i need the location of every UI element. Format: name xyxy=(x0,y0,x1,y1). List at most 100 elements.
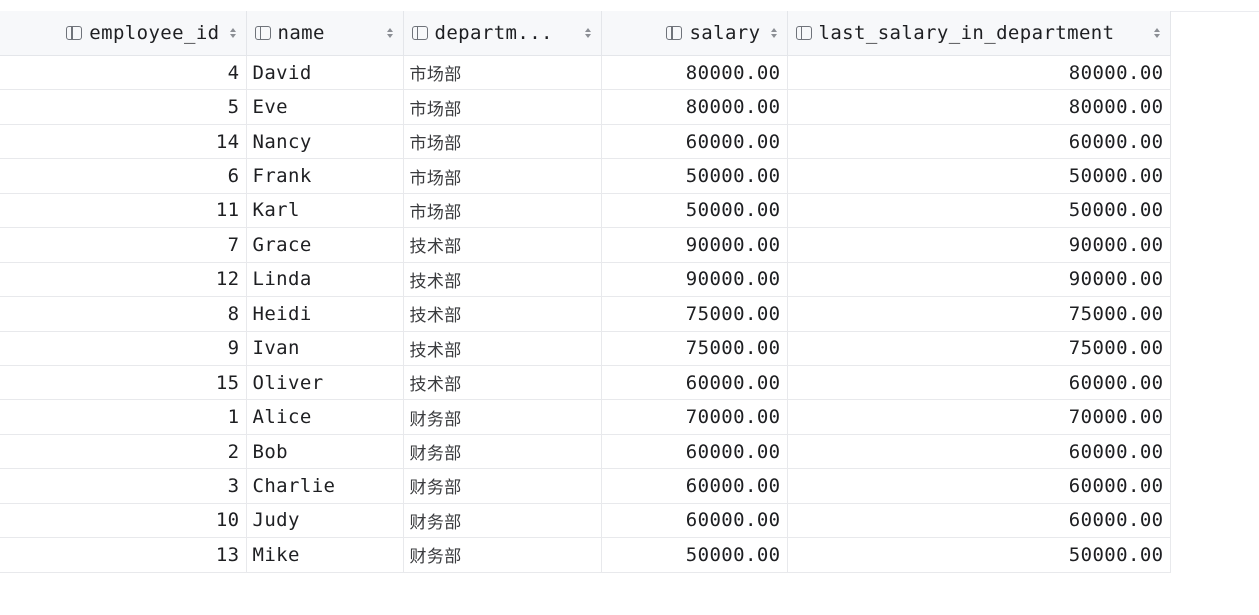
sort-icon[interactable] xyxy=(229,28,236,38)
cell-employee-id[interactable]: 1 xyxy=(0,399,247,435)
cell-last-salary-in-department[interactable]: 75000.00 xyxy=(787,296,1171,332)
table-row[interactable]: 4 David 市场部 80000.00 80000.00 xyxy=(0,55,1171,91)
cell-salary[interactable]: 75000.00 xyxy=(601,331,788,366)
cell-salary[interactable]: 60000.00 xyxy=(601,503,788,539)
table-row[interactable]: 3 Charlie 财务部 60000.00 60000.00 xyxy=(0,468,1171,504)
sort-icon[interactable] xyxy=(584,28,591,38)
cell-last-salary-in-department[interactable]: 50000.00 xyxy=(787,158,1171,194)
table-row[interactable]: 8 Heidi 技术部 75000.00 75000.00 xyxy=(0,296,1171,332)
cell-employee-id[interactable]: 3 xyxy=(0,468,247,504)
cell-employee-id[interactable]: 9 xyxy=(0,331,247,366)
cell-employee-id[interactable]: 6 xyxy=(0,158,247,194)
cell-salary[interactable]: 60000.00 xyxy=(601,434,788,470)
cell-last-salary-in-department[interactable]: 60000.00 xyxy=(787,468,1171,504)
cell-name[interactable]: Grace xyxy=(246,227,404,263)
cell-department[interactable]: 技术部 xyxy=(403,331,602,366)
cell-department[interactable]: 市场部 xyxy=(403,158,602,194)
cell-last-salary-in-department[interactable]: 60000.00 xyxy=(787,124,1171,160)
cell-department[interactable]: 财务部 xyxy=(403,503,602,539)
column-header-name[interactable]: name xyxy=(246,11,404,56)
table-row[interactable]: 9 Ivan 技术部 75000.00 75000.00 xyxy=(0,331,1171,366)
cell-last-salary-in-department[interactable]: 60000.00 xyxy=(787,365,1171,401)
cell-name[interactable]: Alice xyxy=(246,399,404,435)
cell-employee-id[interactable]: 4 xyxy=(0,55,247,91)
cell-employee-id[interactable]: 15 xyxy=(0,365,247,401)
cell-last-salary-in-department[interactable]: 90000.00 xyxy=(787,262,1171,298)
cell-name[interactable]: Oliver xyxy=(246,365,404,401)
column-header-last-salary-in-department[interactable]: last_salary_in_department xyxy=(787,11,1171,56)
sort-icon[interactable] xyxy=(386,28,393,38)
table-row[interactable]: 1 Alice 财务部 70000.00 70000.00 xyxy=(0,399,1171,435)
cell-department[interactable]: 市场部 xyxy=(403,124,602,160)
cell-department[interactable]: 技术部 xyxy=(403,365,602,401)
cell-name[interactable]: Mike xyxy=(246,537,404,573)
cell-name[interactable]: Judy xyxy=(246,503,404,539)
table-row[interactable]: 14 Nancy 市场部 60000.00 60000.00 xyxy=(0,124,1171,160)
cell-last-salary-in-department[interactable]: 50000.00 xyxy=(787,537,1171,573)
cell-department[interactable]: 财务部 xyxy=(403,434,602,470)
cell-last-salary-in-department[interactable]: 70000.00 xyxy=(787,399,1171,435)
table-row[interactable]: 6 Frank 市场部 50000.00 50000.00 xyxy=(0,158,1171,194)
cell-last-salary-in-department[interactable]: 50000.00 xyxy=(787,193,1171,229)
cell-employee-id[interactable]: 8 xyxy=(0,296,247,332)
table-row[interactable]: 10 Judy 财务部 60000.00 60000.00 xyxy=(0,503,1171,539)
cell-name[interactable]: Eve xyxy=(246,89,404,125)
cell-employee-id[interactable]: 13 xyxy=(0,537,247,573)
cell-salary[interactable]: 90000.00 xyxy=(601,262,788,298)
cell-salary[interactable]: 80000.00 xyxy=(601,89,788,125)
cell-department[interactable]: 财务部 xyxy=(403,537,602,573)
column-header-department[interactable]: departm... xyxy=(403,11,602,56)
table-row[interactable]: 2 Bob 财务部 60000.00 60000.00 xyxy=(0,434,1171,470)
cell-employee-id[interactable]: 14 xyxy=(0,124,247,160)
cell-salary[interactable]: 60000.00 xyxy=(601,124,788,160)
cell-department[interactable]: 技术部 xyxy=(403,227,602,263)
cell-salary[interactable]: 50000.00 xyxy=(601,537,788,573)
cell-department[interactable]: 市场部 xyxy=(403,55,602,91)
cell-employee-id[interactable]: 7 xyxy=(0,227,247,263)
cell-name[interactable]: Linda xyxy=(246,262,404,298)
cell-department[interactable]: 市场部 xyxy=(403,193,602,229)
cell-name[interactable]: Bob xyxy=(246,434,404,470)
cell-department[interactable]: 财务部 xyxy=(403,468,602,504)
cell-name[interactable]: Karl xyxy=(246,193,404,229)
cell-name[interactable]: Ivan xyxy=(246,331,404,366)
table-row[interactable]: 5 Eve 市场部 80000.00 80000.00 xyxy=(0,89,1171,125)
cell-department[interactable]: 技术部 xyxy=(403,296,602,332)
cell-employee-id[interactable]: 11 xyxy=(0,193,247,229)
cell-employee-id[interactable]: 10 xyxy=(0,503,247,539)
cell-employee-id[interactable]: 5 xyxy=(0,89,247,125)
cell-salary[interactable]: 50000.00 xyxy=(601,158,788,194)
cell-salary[interactable]: 80000.00 xyxy=(601,55,788,91)
sort-icon[interactable] xyxy=(1153,28,1160,38)
cell-salary[interactable]: 60000.00 xyxy=(601,468,788,504)
cell-employee-id[interactable]: 12 xyxy=(0,262,247,298)
cell-name[interactable]: Charlie xyxy=(246,468,404,504)
cell-name[interactable]: David xyxy=(246,55,404,91)
cell-salary[interactable]: 50000.00 xyxy=(601,193,788,229)
cell-last-salary-in-department[interactable]: 80000.00 xyxy=(787,89,1171,125)
cell-salary[interactable]: 75000.00 xyxy=(601,296,788,332)
cell-salary[interactable]: 70000.00 xyxy=(601,399,788,435)
cell-department[interactable]: 技术部 xyxy=(403,262,602,298)
cell-name[interactable]: Frank xyxy=(246,158,404,194)
cell-department[interactable]: 市场部 xyxy=(403,89,602,125)
table-row[interactable]: 7 Grace 技术部 90000.00 90000.00 xyxy=(0,227,1171,263)
table-row[interactable]: 12 Linda 技术部 90000.00 90000.00 xyxy=(0,262,1171,298)
cell-salary[interactable]: 90000.00 xyxy=(601,227,788,263)
cell-last-salary-in-department[interactable]: 75000.00 xyxy=(787,331,1171,366)
cell-name[interactable]: Nancy xyxy=(246,124,404,160)
cell-last-salary-in-department[interactable]: 60000.00 xyxy=(787,434,1171,470)
sort-icon[interactable] xyxy=(770,28,777,38)
table-row[interactable]: 13 Mike 财务部 50000.00 50000.00 xyxy=(0,537,1171,573)
cell-last-salary-in-department[interactable]: 60000.00 xyxy=(787,503,1171,539)
table-row[interactable]: 11 Karl 市场部 50000.00 50000.00 xyxy=(0,193,1171,229)
cell-department[interactable]: 财务部 xyxy=(403,399,602,435)
cell-name[interactable]: Heidi xyxy=(246,296,404,332)
cell-salary[interactable]: 60000.00 xyxy=(601,365,788,401)
cell-employee-id[interactable]: 2 xyxy=(0,434,247,470)
column-header-employee-id[interactable]: employee_id xyxy=(0,11,247,56)
table-row[interactable]: 15 Oliver 技术部 60000.00 60000.00 xyxy=(0,365,1171,401)
cell-last-salary-in-department[interactable]: 80000.00 xyxy=(787,55,1171,91)
column-header-salary[interactable]: salary xyxy=(601,11,788,56)
cell-last-salary-in-department[interactable]: 90000.00 xyxy=(787,227,1171,263)
